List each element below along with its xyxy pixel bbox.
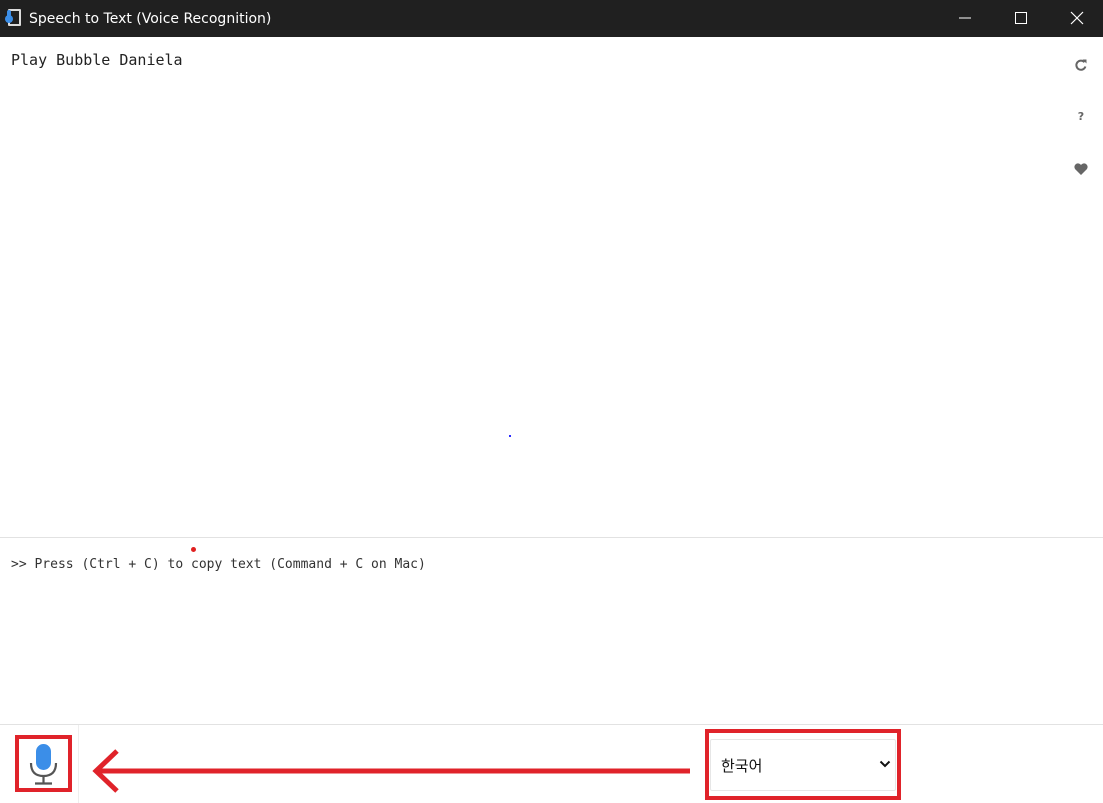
cursor-dot — [509, 435, 511, 437]
transcript-area[interactable]: Play Bubble Daniela — [0, 37, 1103, 537]
minimize-icon — [959, 17, 971, 19]
annotation-arrow — [92, 749, 690, 793]
help-icon[interactable]: ? — [1072, 108, 1090, 126]
maximize-button[interactable] — [993, 0, 1049, 37]
microphone-button[interactable] — [15, 735, 72, 792]
transcript-text[interactable]: Play Bubble Daniela — [11, 50, 183, 70]
app-icon — [4, 8, 24, 28]
copy-hint: >> Press (Ctrl + C) to copy text (Comman… — [11, 557, 426, 572]
chevron-down-icon — [879, 760, 891, 768]
divider — [0, 537, 1103, 538]
title-bar: Speech to Text (Voice Recognition) — [0, 0, 1103, 37]
language-select[interactable]: 한국어 — [710, 739, 896, 791]
maximize-icon — [1015, 12, 1027, 24]
language-value: 한국어 — [721, 757, 763, 775]
window-title: Speech to Text (Voice Recognition) — [29, 11, 272, 27]
pointer-dot — [191, 547, 196, 552]
refresh-icon[interactable] — [1072, 56, 1090, 74]
microphone-icon — [29, 744, 58, 785]
close-icon — [1070, 11, 1084, 25]
minimize-button[interactable] — [937, 0, 993, 37]
close-button[interactable] — [1049, 0, 1103, 37]
heart-icon[interactable] — [1072, 160, 1090, 178]
divider — [78, 725, 79, 803]
